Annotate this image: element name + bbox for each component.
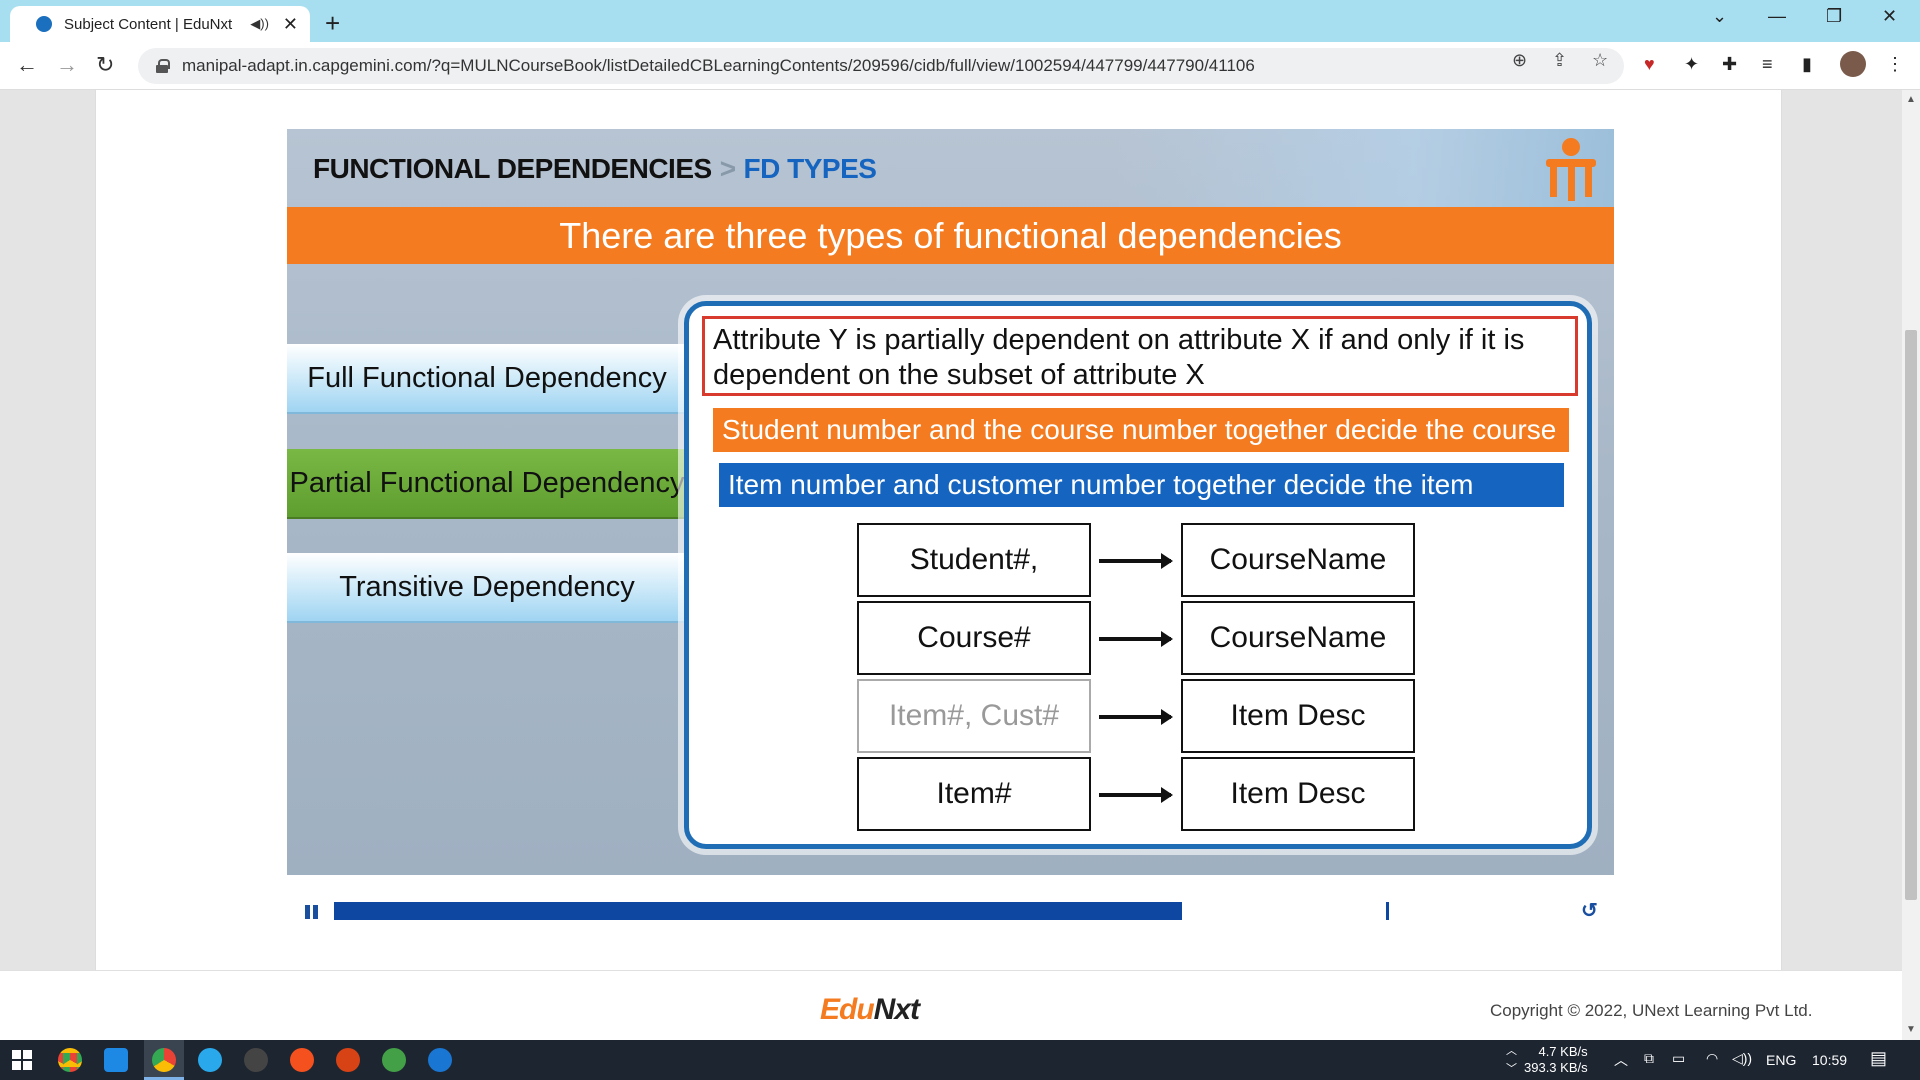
fd-determinant: Course# <box>857 601 1091 675</box>
scroll-down-icon[interactable]: ▼ <box>1906 1024 1916 1035</box>
app-icon[interactable] <box>244 1048 268 1072</box>
manipal-logo-icon <box>1546 138 1596 201</box>
browser-toolbar: ← → ↻ manipal-adapt.in.capgemini.com/?q=… <box>0 42 1920 90</box>
wifi-icon[interactable]: ◠ <box>1706 1050 1718 1067</box>
logo-edu: Edu <box>820 993 875 1026</box>
fd-determinant: Item# <box>857 757 1091 831</box>
slide-header-separator: > <box>719 153 736 184</box>
tab-title: Subject Content | EduNxt <box>64 15 233 33</box>
logo-nxt: Nxt <box>873 993 920 1026</box>
close-window-button[interactable]: ✕ <box>1882 6 1897 27</box>
slide-header-sub: FD TYPES <box>743 153 877 184</box>
edunxt-logo: EduNxt <box>820 993 920 1027</box>
replay-icon[interactable]: ↺ <box>1581 898 1598 923</box>
clock[interactable]: 10:59 <box>1812 1052 1847 1068</box>
fd-type-partial[interactable]: Partial Functional Dependency <box>287 449 687 517</box>
restore-button[interactable]: ❐ <box>1826 6 1842 27</box>
url-text[interactable]: manipal-adapt.in.capgemini.com/?q=MULNCo… <box>182 56 1255 76</box>
fd-type-transitive[interactable]: Transitive Dependency <box>287 553 687 621</box>
scroll-thumb[interactable] <box>1905 330 1917 900</box>
arrow-icon <box>1099 709 1173 725</box>
lock-icon[interactable] <box>156 59 170 73</box>
puzzle-extensions-icon[interactable]: ✚ <box>1722 54 1737 75</box>
profile-avatar[interactable] <box>1840 51 1866 77</box>
back-button[interactable]: ← <box>16 52 38 78</box>
arrow-icon <box>1099 787 1173 803</box>
side-panel-icon[interactable]: ▮ <box>1802 54 1812 75</box>
chrome-icon[interactable] <box>58 1048 82 1072</box>
browser-tab-bar: Subject Content | EduNxt ◀)) ✕ + ⌄ — ❐ ✕ <box>0 0 1920 42</box>
fd-determinant: Item#, Cust# <box>857 679 1091 753</box>
media-control-icon[interactable]: ≡ <box>1762 54 1773 75</box>
reload-button[interactable]: ↻ <box>96 52 114 78</box>
fd-type-full[interactable]: Full Functional Dependency <box>287 344 687 412</box>
network-speed: 4.7 KB/s 393.3 KB/s <box>1524 1044 1588 1076</box>
menu-kebab-icon[interactable]: ⋮ <box>1886 54 1904 75</box>
notifications-icon[interactable]: ▤ <box>1870 1048 1887 1069</box>
example-bar-1: Student number and the course number tog… <box>713 408 1569 489</box>
utorrent-icon[interactable] <box>382 1048 406 1072</box>
pause-button[interactable] <box>305 905 319 919</box>
page-footer: EduNxt Copyright © 2022, UNext Learning … <box>0 970 1902 1040</box>
volume-icon[interactable]: ◁)) <box>1732 1050 1752 1067</box>
tab-search-chevron-icon[interactable]: ⌄ <box>1712 6 1727 27</box>
left-gutter <box>0 90 95 970</box>
progress-end-marker <box>1386 902 1389 920</box>
fd-dependent: CourseName <box>1181 601 1415 675</box>
speaker-icon[interactable]: ◀)) <box>250 16 269 32</box>
fd-determinant: Student#, Course# <box>857 523 1091 646</box>
browser-app-icon[interactable] <box>428 1048 452 1072</box>
tray-app-icon[interactable]: ⧉ <box>1644 1050 1654 1067</box>
browser-tab[interactable]: Subject Content | EduNxt ◀)) ✕ <box>10 6 310 42</box>
definition-panel: Attribute Y is partially dependent on at… <box>684 301 1592 849</box>
bookmark-star-icon[interactable]: ☆ <box>1592 50 1608 71</box>
scroll-up-icon[interactable]: ▲ <box>1906 94 1916 105</box>
tray-chevron-icon[interactable]: ︿ <box>1614 1050 1628 1070</box>
net-up: 4.7 KB/s <box>1538 1044 1588 1059</box>
progress-bar[interactable] <box>334 902 1394 920</box>
chrome-profile-icon[interactable] <box>152 1048 176 1072</box>
windows-start-icon[interactable] <box>12 1050 32 1070</box>
right-gutter <box>1782 90 1902 970</box>
minimize-button[interactable]: — <box>1768 6 1786 27</box>
lesson-slide: FUNCTIONAL DEPENDENCIES > FD TYPES There a… <box>287 129 1614 875</box>
download-arrow-icon: ﹀ <box>1506 1063 1517 1075</box>
share-icon[interactable]: ⇪ <box>1552 50 1567 71</box>
language-indicator[interactable]: ENG <box>1766 1052 1796 1068</box>
slide-background-decoration <box>1114 129 1614 209</box>
edunxt-favicon-icon <box>36 16 52 32</box>
windows-taskbar: ︿ ﹀ 4.7 KB/s 393.3 KB/s ︿ ⧉ ▭ ◠ ◁)) ENG … <box>0 1040 1920 1080</box>
forward-button[interactable]: → <box>56 52 78 78</box>
progress-fill <box>334 902 1182 920</box>
arrow-icon <box>1099 553 1173 569</box>
zoom-icon[interactable]: ⊕ <box>1512 50 1527 71</box>
address-bar[interactable]: manipal-adapt.in.capgemini.com/?q=MULNCo… <box>138 48 1624 84</box>
extension-icon[interactable]: ✦ <box>1684 54 1699 75</box>
fd-dependent: CourseName <box>1181 523 1415 597</box>
pocket-extension-icon[interactable]: ♥ <box>1644 54 1655 75</box>
net-down: 393.3 KB/s <box>1524 1060 1588 1075</box>
example-bar-2: Item number and customer number together… <box>719 463 1564 544</box>
new-tab-button[interactable]: + <box>325 8 340 39</box>
postman-icon[interactable] <box>290 1048 314 1072</box>
slide-header-main: FUNCTIONAL DEPENDENCIES <box>313 153 712 184</box>
page-scrollbar[interactable]: ▲ ▼ <box>1902 90 1920 1040</box>
page: FUNCTIONAL DEPENDENCIES > FD TYPES There a… <box>0 90 1902 1040</box>
slide-header: FUNCTIONAL DEPENDENCIES > FD TYPES <box>313 153 877 185</box>
vscode-icon[interactable] <box>104 1048 128 1072</box>
slide-banner: There are three types of functional depe… <box>287 207 1614 264</box>
telegram-icon[interactable] <box>198 1048 222 1072</box>
definition-text: Attribute Y is partially dependent on at… <box>702 316 1578 396</box>
fd-dependent: Item Desc <box>1181 679 1415 753</box>
battery-icon[interactable]: ▭ <box>1672 1050 1685 1067</box>
arrow-icon <box>1099 631 1173 647</box>
copyright-text: Copyright © 2022, UNext Learning Pvt Ltd… <box>1490 1001 1813 1020</box>
upload-arrow-icon: ︿ <box>1506 1045 1517 1057</box>
fd-dependent: Item Desc <box>1181 757 1415 831</box>
powerpoint-icon[interactable] <box>336 1048 360 1072</box>
close-tab-icon[interactable]: ✕ <box>283 14 298 35</box>
